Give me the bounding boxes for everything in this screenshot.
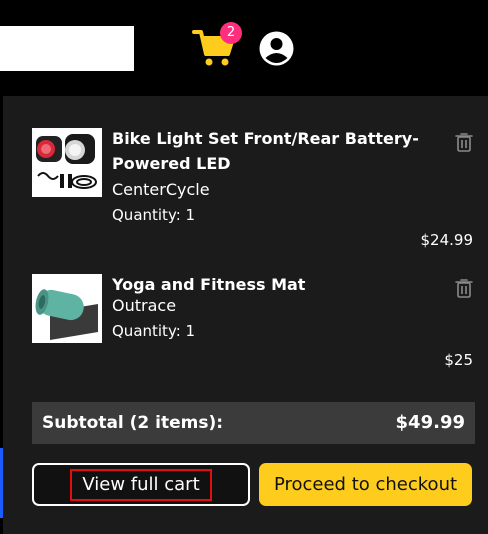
item-price: $25 (444, 351, 473, 369)
page: 2 Bike Light Set Front/Rear Battery-Powe… (0, 0, 488, 534)
item-brand: Outrace (112, 296, 177, 315)
trash-icon[interactable] (455, 132, 473, 152)
item-brand: CenterCycle (112, 180, 210, 199)
item-title[interactable]: Bike Light Set Front/Rear Battery-Powere… (112, 126, 432, 176)
subtotal-value: $49.99 (395, 412, 465, 433)
cart-item: Yoga and Fitness Mat Outrace Quantity: 1… (32, 272, 477, 372)
subtotal-bar: Subtotal (2 items): $49.99 (32, 402, 475, 444)
trash-icon[interactable] (455, 278, 473, 298)
cart-count-badge: 2 (220, 22, 242, 44)
item-quantity: Quantity: 1 (112, 206, 196, 224)
subtotal-label: Subtotal (2 items): (42, 413, 224, 433)
item-title[interactable]: Yoga and Fitness Mat (112, 272, 432, 297)
bike-lights-image[interactable] (32, 128, 102, 197)
yoga-mat-image[interactable] (32, 274, 102, 343)
view-full-cart-button[interactable]: View full cart (32, 463, 250, 506)
cart-item: Bike Light Set Front/Rear Battery-Powere… (32, 126, 477, 254)
search-input[interactable] (0, 26, 134, 71)
view-full-cart-label: View full cart (70, 469, 212, 501)
account-circle-icon[interactable] (259, 31, 294, 66)
item-quantity: Quantity: 1 (112, 322, 196, 340)
item-price: $24.99 (420, 231, 474, 249)
cart-dropdown: Bike Light Set Front/Rear Battery-Powere… (3, 96, 488, 534)
proceed-to-checkout-button[interactable]: Proceed to checkout (259, 463, 472, 506)
